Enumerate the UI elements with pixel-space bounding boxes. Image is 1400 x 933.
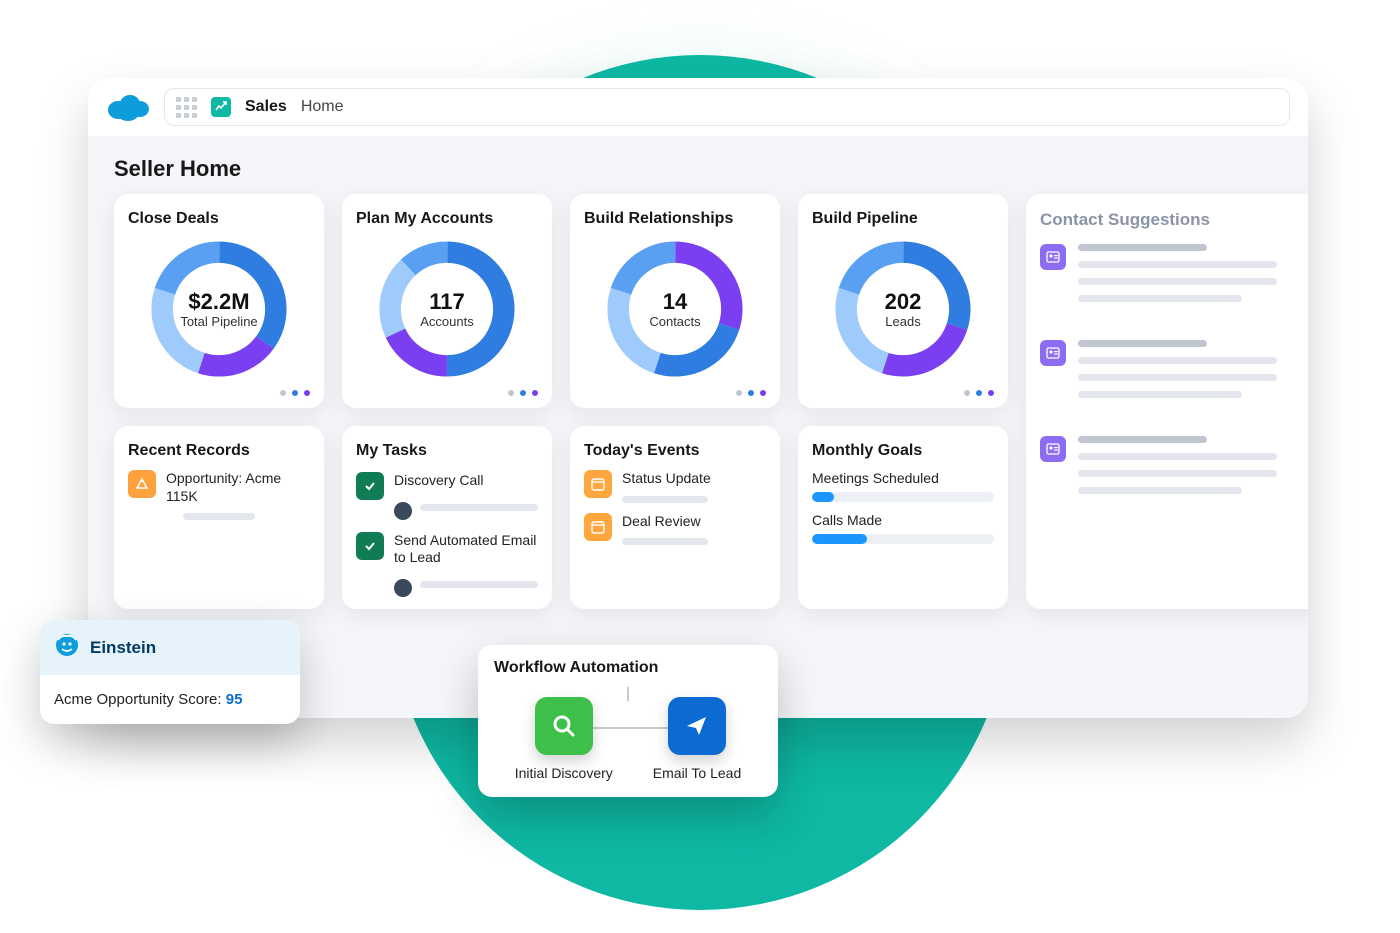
suggestion-item[interactable] (1040, 436, 1308, 504)
card-monthly-goals: Monthly Goals Meetings Scheduled Calls M… (798, 426, 1008, 609)
checkbox-checked-icon[interactable] (356, 532, 384, 560)
card-title: Contact Suggestions (1040, 210, 1308, 230)
card-title: Recent Records (128, 442, 310, 460)
einstein-score-value: 95 (226, 691, 243, 708)
opportunity-icon (128, 470, 156, 498)
einstein-icon (54, 632, 80, 663)
card-title: Monthly Goals (812, 442, 994, 460)
contact-card-icon (1040, 340, 1066, 366)
workflow-node-email[interactable]: Email To Lead (653, 697, 741, 781)
calendar-icon (584, 470, 612, 498)
workflow-node-discovery[interactable]: Initial Discovery (515, 697, 613, 781)
sales-app-icon (211, 97, 231, 117)
card-title: Build Pipeline (812, 210, 994, 228)
event-item[interactable]: Deal Review (584, 513, 766, 546)
task-item[interactable]: Discovery Call (356, 472, 538, 520)
card-build-relationships[interactable]: Build Relationships 14 Contacts (570, 194, 780, 408)
avatar-icon (394, 579, 412, 597)
global-nav[interactable]: Sales Home (164, 88, 1290, 126)
search-icon (535, 697, 593, 755)
donut-center: $2.2M Total Pipeline (180, 289, 257, 330)
card-title: Today's Events (584, 442, 766, 460)
workflow-title: Workflow Automation (494, 659, 762, 677)
card-pager[interactable] (128, 384, 310, 396)
card-my-tasks: My Tasks Discovery Call Send Automated E… (342, 426, 552, 609)
card-recent-records: Recent Records Opportunity: Acme 115K (114, 426, 324, 609)
task-item[interactable]: Send Automated Email to Lead (356, 532, 538, 597)
suggestion-item[interactable] (1040, 340, 1308, 408)
card-pager[interactable] (812, 384, 994, 396)
card-title: Close Deals (128, 210, 310, 228)
card-contact-suggestions: Contact Suggestions (1026, 194, 1308, 609)
checkbox-checked-icon[interactable] (356, 472, 384, 500)
event-item[interactable]: Status Update (584, 470, 766, 503)
goal-label: Meetings Scheduled (812, 470, 994, 486)
calendar-icon (584, 513, 612, 541)
goal-label: Calls Made (812, 512, 994, 528)
card-title: Build Relationships (584, 210, 766, 228)
nav-tab-home[interactable]: Home (301, 98, 344, 116)
top-bar: Sales Home (88, 78, 1308, 136)
einstein-title: Einstein (90, 638, 156, 658)
app-name: Sales (245, 98, 287, 116)
avatar-icon (394, 502, 412, 520)
send-icon (668, 697, 726, 755)
einstein-score-label: Acme Opportunity Score: (54, 691, 222, 708)
workflow-popout[interactable]: Workflow Automation Initial Discovery Em… (478, 645, 778, 797)
app-launcher-icon[interactable] (175, 96, 197, 118)
record-item[interactable]: Opportunity: Acme 115K (128, 470, 310, 505)
einstein-popout[interactable]: Einstein Acme Opportunity Score: 95 (40, 620, 300, 724)
card-todays-events: Today's Events Status Update Deal Review (570, 426, 780, 609)
contact-card-icon (1040, 436, 1066, 462)
card-close-deals[interactable]: Close Deals $2.2M Total Pipeline (114, 194, 324, 408)
card-build-pipeline[interactable]: Build Pipeline 202 Leads (798, 194, 1008, 408)
card-pager[interactable] (584, 384, 766, 396)
card-pager[interactable] (356, 384, 538, 396)
card-title: Plan My Accounts (356, 210, 538, 228)
progress-bar (812, 534, 994, 544)
salesforce-logo-icon (106, 92, 150, 122)
progress-bar (812, 492, 994, 502)
card-title: My Tasks (356, 442, 538, 460)
placeholder-line (183, 513, 256, 520)
contact-card-icon (1040, 244, 1066, 270)
page-title: Seller Home (88, 136, 1308, 194)
card-plan-accounts[interactable]: Plan My Accounts 117 Accounts (342, 194, 552, 408)
suggestion-item[interactable] (1040, 244, 1308, 312)
